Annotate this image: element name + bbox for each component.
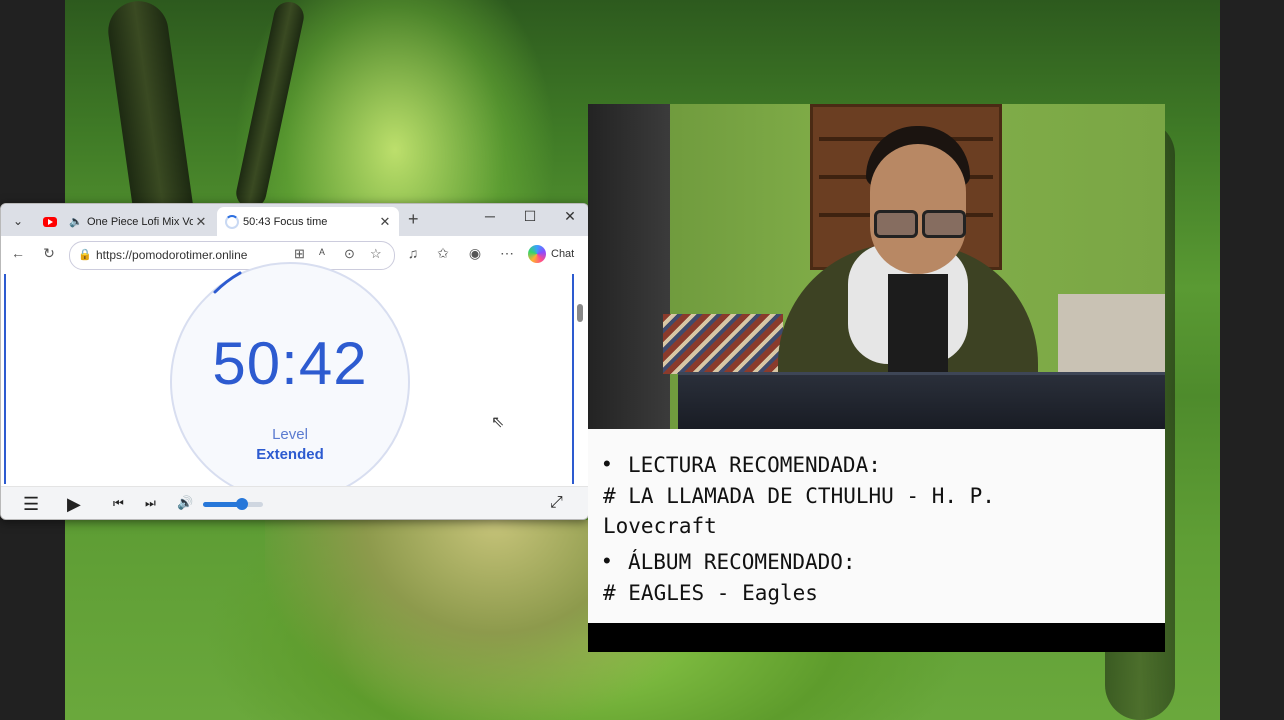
reading-author: Lovecraft — [603, 514, 717, 538]
more-options-icon[interactable]: ⋯ — [497, 245, 517, 262]
reading-title: # LA LLAMADA DE CTHULHU - H. P. — [603, 484, 995, 508]
album-title: # EAGLES - Eagles — [603, 581, 818, 605]
chat-label: Chat — [551, 248, 575, 260]
tab-focus-time[interactable]: 50:43 Focus time ✕ — [217, 207, 399, 236]
timer-display: 50:42 — [212, 330, 368, 397]
tab-close-icon[interactable]: ✕ — [193, 214, 209, 230]
right-letterbox — [1220, 0, 1284, 720]
bullet: • — [603, 548, 611, 573]
split-screen-icon[interactable]: ⊞ — [294, 246, 305, 262]
level-value[interactable]: Extended — [170, 446, 410, 463]
tab-bar: ⌄ 🔈 One Piece Lofi Mix Vol.I ✕ 50:43 Foc… — [1, 204, 588, 236]
scrollbar-thumb[interactable] — [577, 304, 583, 322]
black-bar — [588, 623, 1165, 652]
page-content: 50:42 Level Extended ⇖ — [1, 262, 588, 502]
new-tab-button[interactable]: + — [408, 209, 419, 230]
favorites-icon[interactable]: ✩ — [433, 245, 453, 262]
volume-icon[interactable]: 🔊 — [177, 495, 193, 511]
read-aloud-icon[interactable]: ᴬ — [319, 246, 325, 261]
next-track-icon[interactable]: ⏭ — [145, 496, 156, 511]
extensions-icon[interactable]: ♫ — [403, 245, 423, 261]
mouse-cursor-icon: ⇖ — [491, 414, 505, 431]
previous-track-icon[interactable]: ⏮ — [113, 496, 124, 511]
play-icon[interactable]: ▶ — [67, 494, 81, 515]
browser-window: ⌄ 🔈 One Piece Lofi Mix Vol.I ✕ 50:43 Foc… — [0, 203, 589, 520]
album-heading: ÁLBUM RECOMENDADO: — [628, 550, 856, 574]
menu-hamburger-icon[interactable]: ☰ — [23, 494, 39, 515]
loading-spinner-icon — [225, 214, 239, 229]
favorite-star-icon[interactable]: ☆ — [370, 246, 382, 262]
tab-label: 50:43 Focus time — [243, 215, 328, 228]
tab-one-piece-lofi[interactable]: 🔈 One Piece Lofi Mix Vol.I ✕ — [35, 207, 215, 236]
more-tools-icon[interactable]: ⊙ — [344, 246, 355, 262]
minimize-button[interactable]: ─ — [477, 208, 503, 224]
copilot-icon — [528, 245, 546, 263]
tab-label: One Piece Lofi Mix Vol.I — [87, 215, 193, 228]
close-window-button[interactable]: ✕ — [557, 208, 583, 225]
volume-slider[interactable] — [203, 498, 263, 510]
youtube-icon — [43, 215, 57, 229]
reading-heading: LECTURA RECOMENDADA: — [628, 453, 881, 477]
music-player-bar: ☰ ▶ ⏮ ⏭ 🔊 ⤢ — [1, 486, 588, 519]
maximize-button[interactable]: ☐ — [517, 208, 543, 225]
speaker-icon[interactable]: 🔈 — [69, 215, 83, 229]
address-url: https://pomodorotimer.online — [96, 248, 248, 262]
recommendations-panel: • LECTURA RECOMENDADA: # LA LLAMADA DE C… — [588, 429, 1165, 623]
copilot-chat-button[interactable]: Chat — [528, 245, 574, 263]
reload-icon[interactable]: ↻ — [39, 245, 59, 262]
page-info-icon[interactable]: 🔒 — [78, 248, 92, 261]
back-arrow-icon[interactable]: ← — [8, 245, 28, 261]
bullet: • — [603, 451, 611, 476]
tab-close-icon[interactable]: ✕ — [377, 214, 393, 230]
tab-actions-chevron-icon[interactable]: ⌄ — [7, 210, 29, 232]
fullscreen-icon[interactable]: ⤢ — [550, 494, 563, 512]
level-label: Level — [272, 426, 308, 443]
webcam-video — [588, 104, 1165, 429]
volume-slider-knob[interactable] — [236, 498, 248, 510]
profile-avatar-icon[interactable]: ◉ — [465, 245, 485, 262]
